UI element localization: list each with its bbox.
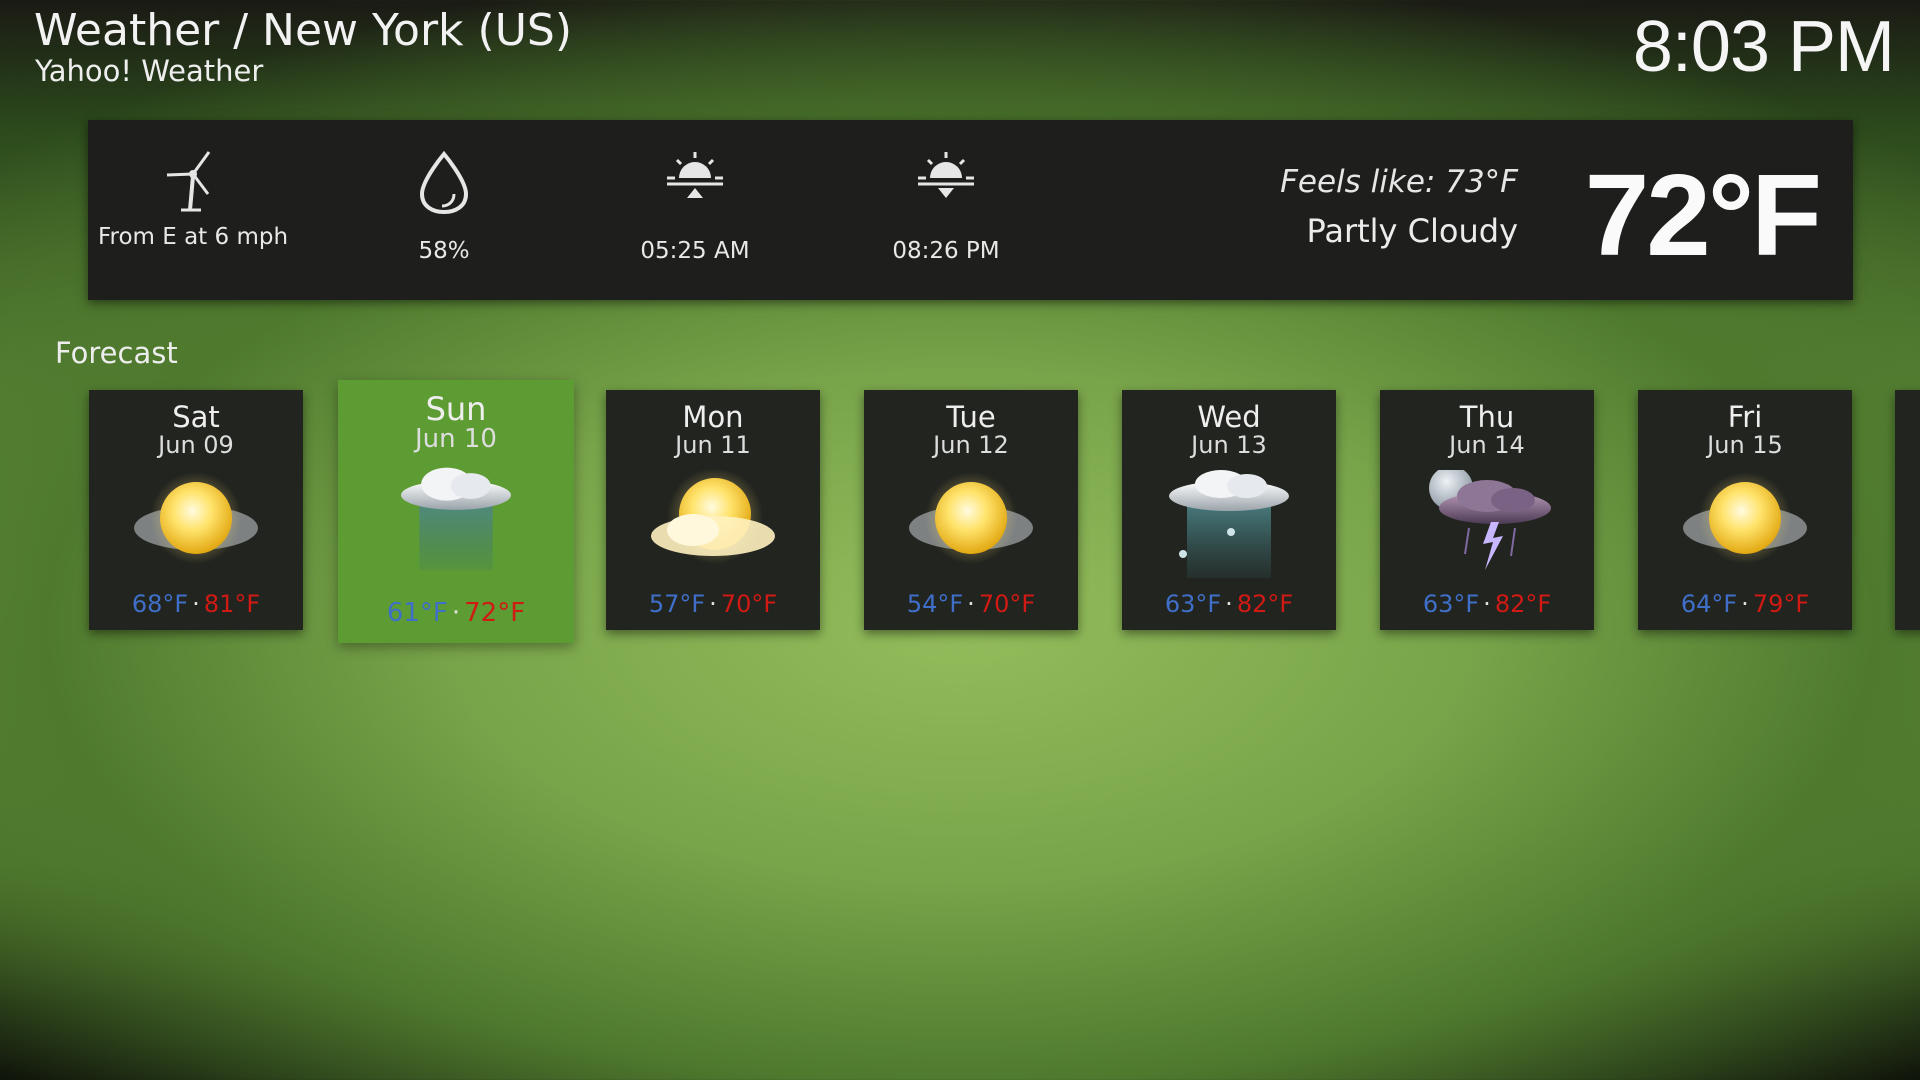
wind-value: From E at 6 mph: [97, 224, 289, 250]
forecast-day: Mon: [682, 400, 744, 434]
forecast-card-tue[interactable]: Tue Jun 12 54°F · 70°F: [864, 390, 1078, 630]
forecast-card-sat[interactable]: Sat Jun 09 68°F · 81°F: [89, 390, 303, 630]
forecast-heading: Forecast: [55, 336, 178, 370]
forecast-day: Fri: [1727, 400, 1763, 434]
forecast-date: Jun 11: [675, 431, 751, 459]
sunny-icon: [909, 472, 1033, 564]
wind-turbine-icon: [166, 151, 211, 212]
forecast-day: Sat: [172, 400, 220, 434]
forecast-date: Jun 12: [933, 431, 1009, 459]
forecast-temps: 63°F · 82°F: [1422, 590, 1552, 618]
page-title: Weather / New York (US): [34, 5, 572, 56]
forecast-card-mon[interactable]: Mon Jun 11 57°F · 70°F: [606, 390, 820, 630]
forecast-card-wed[interactable]: Wed Jun 13 63°F · 82°F: [1122, 390, 1336, 630]
sunset-icon: [918, 152, 974, 198]
sunrise-stat: 05:25 AM: [595, 120, 795, 300]
forecast-card-sun[interactable]: Sun Jun 10 61°F · 72°F: [338, 380, 574, 643]
current-conditions-panel: From E at 6 mph 58% 05:25 AM 08:26 PM Fe…: [88, 120, 1853, 300]
feels-like-text: Feels like: 73°F: [1280, 164, 1518, 200]
humidity-drop-icon: [419, 150, 469, 214]
current-temperature: 72°F: [1584, 150, 1822, 280]
sunny-icon: [134, 472, 258, 564]
night-thunderstorm-icon: [1429, 470, 1551, 570]
forecast-card-thu[interactable]: Thu Jun 14 63°F · 82°F: [1380, 390, 1594, 630]
forecast-card-fri[interactable]: Fri Jun 15 64°F · 79°F: [1638, 390, 1852, 630]
sunset-value: 08:26 PM: [892, 238, 1000, 264]
sunset-stat: 08:26 PM: [846, 120, 1046, 300]
clock: 8:03 PM: [1632, 7, 1895, 87]
forecast-day: Sun: [425, 390, 487, 428]
humidity-stat: 58%: [344, 120, 544, 300]
forecast-card-next-partial[interactable]: [1895, 390, 1920, 630]
forecast-date: Jun 09: [158, 431, 234, 459]
forecast-temps: 57°F · 70°F: [648, 590, 778, 618]
sunny-icon: [1683, 472, 1807, 564]
forecast-day: Wed: [1197, 400, 1261, 434]
forecast-temps: 54°F · 70°F: [906, 590, 1036, 618]
forecast-day: Tue: [946, 400, 996, 434]
forecast-temps: 68°F · 81°F: [131, 590, 261, 618]
partly-cloudy-icon: [651, 470, 775, 564]
forecast-temps: 64°F · 79°F: [1680, 590, 1810, 618]
sunrise-value: 05:25 AM: [640, 238, 750, 264]
condition-text: Partly Cloudy: [1306, 212, 1518, 250]
rain-icon: [1169, 470, 1289, 578]
forecast-date: Jun 14: [1449, 431, 1525, 459]
wind-stat: From E at 6 mph: [93, 120, 293, 300]
forecast-date: Jun 15: [1707, 431, 1783, 459]
sunrise-icon: [667, 152, 723, 198]
rain-icon: [401, 467, 511, 571]
forecast-day: Thu: [1459, 400, 1515, 434]
forecast-temps: 63°F · 82°F: [1164, 590, 1294, 618]
forecast-temps: 61°F · 72°F: [386, 598, 526, 628]
forecast-date: Jun 13: [1191, 431, 1267, 459]
provider-name: Yahoo! Weather: [35, 54, 264, 88]
forecast-date: Jun 10: [415, 424, 497, 454]
humidity-value: 58%: [418, 238, 470, 264]
